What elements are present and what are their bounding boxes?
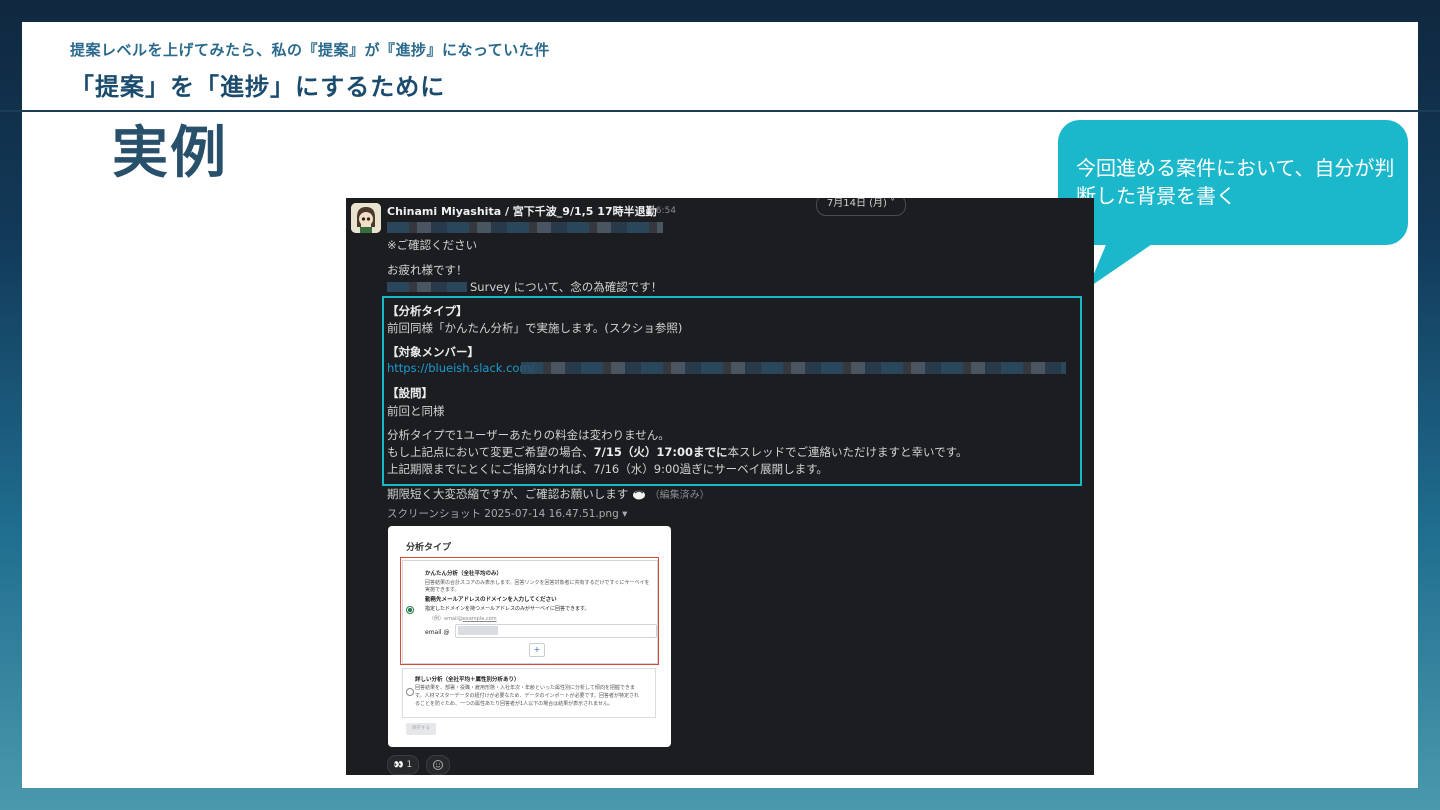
reaction-eyes[interactable]: 👀 1: [387, 755, 419, 775]
option-detailed-desc2: す。人材マスターデータの紐付けが必要なため、データのインポートが必要です。回答者…: [415, 693, 640, 699]
slack-message-screenshot: Chinami Miyashita / 宮下千波_9/1,5 17時半退勤 16…: [346, 198, 1094, 775]
callout-tail: [1088, 240, 1158, 288]
reaction-count: 1: [406, 760, 413, 770]
callout-text: 今回進める案件において、自分が判断した背景を書く: [1076, 156, 1395, 208]
slide-pretitle: 提案レベルを上げてみたら、私の『提案』が『進捗』になっていた件: [70, 41, 550, 59]
message-timestamp[interactable]: 16:54: [650, 206, 676, 216]
title-divider: [0, 110, 1440, 112]
message-line-survey: Survey について、念の為確認です！: [470, 280, 663, 294]
redacted-survey-name: [387, 282, 467, 292]
avatar[interactable]: [351, 203, 381, 233]
add-reaction-icon: [433, 760, 443, 770]
message-line-greeting: お疲れ様です！: [387, 263, 468, 277]
bowing-emoji-icon: [632, 488, 646, 500]
attachment-image[interactable]: 分析タイプ かんたん分析（全社平均のみ） 回答結果の合計スコアのみ表示します。回…: [388, 526, 671, 747]
avatar-illustration-icon: [351, 203, 381, 233]
option-detailed-analysis: 詳しい分析（全社平均＋属性別分析あり） 回答結果を、部署・役職・雇用形態・入社年…: [402, 668, 656, 718]
date-divider-pill[interactable]: 7月14日 (月) ˅: [816, 198, 906, 216]
example-heading: 実例: [112, 121, 228, 186]
option-detailed-desc1: 回答結果を、部署・役職・雇用形態・入社年次・年齢といった属性別に分析して傾向を把…: [415, 685, 635, 691]
add-reaction-button[interactable]: [426, 755, 450, 775]
message-author[interactable]: Chinami Miyashita / 宮下千波_9/1,5 17時半退勤: [387, 203, 657, 219]
slide-title: 「提案」を「進捗」にするために: [70, 73, 446, 101]
eyes-emoji-icon: 👀: [393, 760, 404, 769]
attachment-filename[interactable]: スクリーンショット 2025-07-14 16.47.51.png ▾: [387, 506, 627, 521]
save-button[interactable]: 保存する: [406, 723, 436, 735]
redacted-mention: [387, 222, 663, 233]
option-detailed-title: 詳しい分析（全社平均＋属性別分析あり）: [415, 677, 520, 683]
edited-label: （編集済み）: [649, 490, 710, 501]
card-title: 分析タイプ: [406, 543, 452, 553]
red-highlight-box: [400, 557, 659, 665]
message-line-confirm: ※ご確認ください: [387, 238, 478, 252]
closing-text: 期限短く大変恐縮ですが、ご確認お願いします: [387, 487, 629, 501]
message-closing: 期限短く大変恐縮ですが、ご確認お願いします （編集済み）: [387, 486, 710, 502]
option-detailed-desc3: ることを防ぐため、一つの属性あたり回答者が1人以下の場合は結果が表示されません。: [415, 701, 614, 707]
radio-detailed[interactable]: [406, 688, 414, 696]
highlight-box: [382, 296, 1082, 486]
callout-bubble: 今回進める案件において、自分が判断した背景を書く: [1058, 120, 1408, 245]
